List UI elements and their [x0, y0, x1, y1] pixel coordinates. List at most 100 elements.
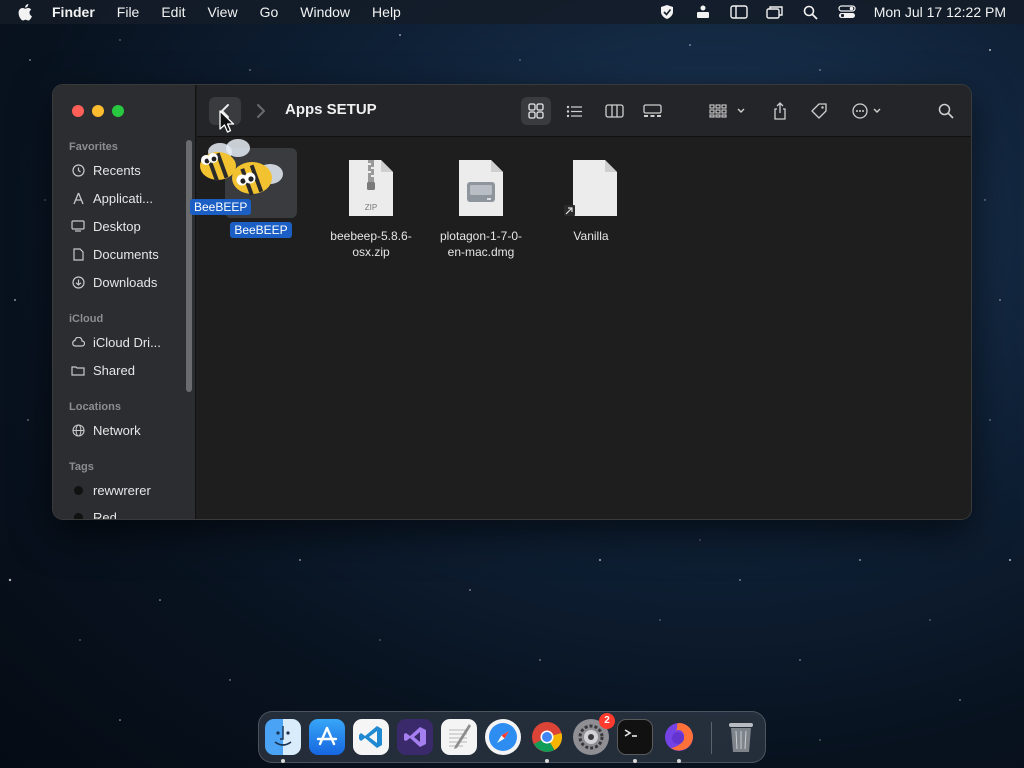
zip-badge-label: ZIP: [365, 203, 377, 212]
sidebar-item-applications[interactable]: Applicati...: [71, 187, 189, 209]
document-icon: [71, 247, 85, 261]
tag-dot-icon: [71, 510, 85, 519]
grid-icon: [528, 103, 544, 119]
forward-button[interactable]: [249, 97, 273, 125]
zip-file-icon: ZIP: [335, 152, 407, 224]
sidebar-item-label: Red: [93, 509, 117, 520]
sidebar-item-label: Downloads: [93, 274, 158, 290]
list-icon: [566, 105, 582, 117]
file-name: BeeBEEP: [230, 222, 292, 238]
sidebar-list-icon[interactable]: [730, 3, 748, 21]
tag-dot-icon: [71, 483, 85, 497]
file-name-line2: osx.zip: [352, 245, 390, 259]
minimize-window-button[interactable]: [92, 105, 104, 117]
menu-finder[interactable]: Finder: [52, 4, 95, 20]
sidebar-tag-red[interactable]: Red: [71, 506, 189, 520]
dock: 2: [258, 711, 766, 763]
chrome-icon[interactable]: [529, 719, 565, 755]
applications-icon: [71, 191, 85, 205]
firefox-icon[interactable]: [661, 719, 697, 755]
drag-label: BeeBEEP: [190, 199, 252, 215]
close-window-button[interactable]: [72, 105, 84, 117]
gallery-icon: [642, 104, 662, 117]
more-actions-button[interactable]: [849, 97, 889, 125]
apple-menu-icon[interactable]: [18, 3, 36, 21]
file-item-vanilla[interactable]: Vanilla: [541, 152, 641, 244]
search-icon[interactable]: [802, 3, 820, 21]
notification-badge: 2: [599, 713, 615, 729]
share-icon: [774, 102, 786, 120]
safari-icon[interactable]: [485, 719, 521, 755]
share-button[interactable]: [767, 97, 793, 125]
running-indicator: [677, 759, 681, 763]
sidebar-item-label: Applicati...: [93, 190, 153, 206]
file-item-plotagon-dmg[interactable]: plotagon-1-7-0- en-mac.dmg: [431, 152, 531, 260]
running-indicator: [545, 759, 549, 763]
menu-edit[interactable]: Edit: [161, 4, 185, 20]
sidebar-item-desktop[interactable]: Desktop: [71, 215, 189, 237]
finder-icon[interactable]: [265, 719, 301, 755]
sidebar-item-label: Desktop: [93, 218, 141, 234]
cloud-icon: [71, 335, 85, 349]
menu-file[interactable]: File: [117, 4, 140, 20]
sidebar-item-label: rewwrerer: [93, 482, 151, 498]
sidebar-item-documents[interactable]: Documents: [71, 243, 189, 265]
alias-file-icon: [555, 152, 627, 224]
sidebar-item-icloud-drive[interactable]: iCloud Dri...: [71, 331, 189, 353]
menu-view[interactable]: View: [207, 4, 237, 20]
sidebar: Favorites Recents Applicati... Desktop D…: [53, 85, 196, 519]
sidebar-tag-rewwrerer[interactable]: rewwrerer: [71, 479, 189, 501]
person-at-desk-icon[interactable]: [694, 3, 712, 21]
file-name-line1: beebeep-5.8.6-: [330, 229, 412, 243]
sidebar-heading-tags: Tags: [69, 461, 94, 473]
sidebar-heading-icloud: iCloud: [69, 313, 104, 325]
sidebar-item-shared[interactable]: Shared: [71, 359, 189, 381]
ellipsis-circle-icon: [852, 103, 881, 119]
system-settings-icon[interactable]: 2: [573, 713, 615, 755]
gallery-view-button[interactable]: [637, 97, 667, 125]
search-button[interactable]: [931, 97, 961, 125]
tag-icon: [811, 103, 827, 119]
shield-check-icon[interactable]: [658, 3, 676, 21]
tags-button[interactable]: [805, 97, 833, 125]
sidebar-item-downloads[interactable]: Downloads: [71, 271, 189, 293]
menu-go[interactable]: Go: [260, 4, 279, 20]
menu-window[interactable]: Window: [300, 4, 350, 20]
trash-icon[interactable]: [723, 719, 759, 755]
globe-icon: [71, 423, 85, 437]
file-item-beebeep-zip[interactable]: ZIP beebeep-5.8.6- osx.zip: [321, 152, 421, 260]
running-indicator: [633, 759, 637, 763]
column-view-button[interactable]: [599, 97, 629, 125]
file-name-line2: en-mac.dmg: [447, 245, 515, 259]
terminal-icon[interactable]: [617, 719, 653, 755]
file-name: Vanilla: [573, 229, 609, 243]
textedit-icon[interactable]: [441, 719, 477, 755]
visual-studio-icon[interactable]: [397, 719, 433, 755]
dock-separator: [711, 722, 712, 754]
finder-toolbar: Apps SETUP: [197, 85, 971, 137]
menu-bar-clock[interactable]: Mon Jul 17 12:22 PM: [874, 4, 1006, 20]
icon-view-button[interactable]: [521, 97, 551, 125]
app-store-icon[interactable]: [309, 719, 345, 755]
menu-bar: Finder File Edit View Go Window Help Mon…: [0, 0, 1024, 24]
zoom-window-button[interactable]: [112, 105, 124, 117]
control-center-icon[interactable]: [838, 3, 856, 21]
disk-image-icon: [445, 152, 517, 224]
window-title: Apps SETUP: [285, 101, 377, 118]
desktop-icon: [71, 219, 85, 233]
windows-stack-icon[interactable]: [766, 3, 784, 21]
download-icon: [71, 275, 85, 289]
vscode-icon[interactable]: [353, 719, 389, 755]
sidebar-item-network[interactable]: Network: [71, 419, 189, 441]
file-area[interactable]: BeeBEEP ZIP beebeep-5.8.6- osx.zip plota…: [197, 138, 971, 519]
sidebar-item-recents[interactable]: Recents: [71, 159, 189, 181]
menu-help[interactable]: Help: [372, 4, 401, 20]
window-controls: [72, 105, 124, 117]
group-by-button[interactable]: [707, 97, 751, 125]
running-indicator: [281, 759, 285, 763]
group-grid-icon: [709, 104, 745, 118]
columns-icon: [604, 104, 624, 118]
list-view-button[interactable]: [559, 97, 589, 125]
sidebar-item-label: Recents: [93, 162, 141, 178]
mouse-pointer-icon: [219, 110, 235, 133]
